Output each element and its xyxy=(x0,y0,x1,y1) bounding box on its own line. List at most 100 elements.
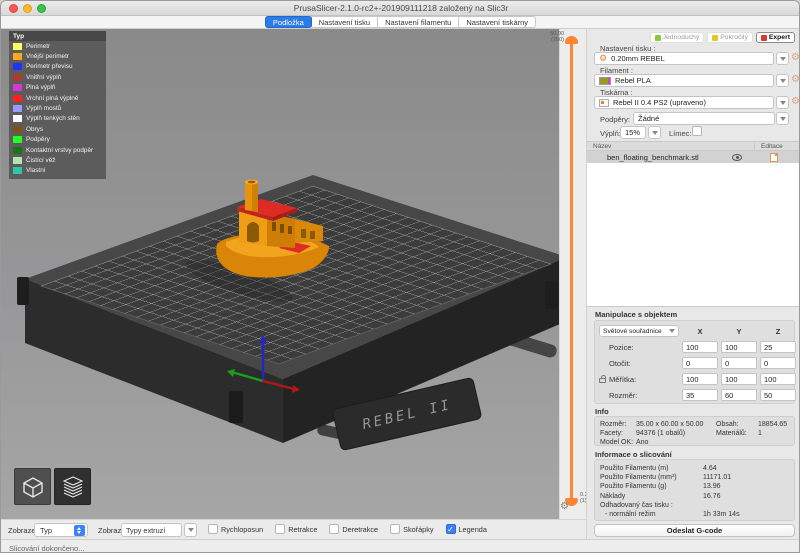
3d-viewport[interactable]: REBEL II Typ Perimetr Vnější perimetr xyxy=(1,29,559,519)
axis-y-header: Y xyxy=(721,327,757,336)
workspace-tab[interactable]: Nastavení filamentu xyxy=(377,16,459,28)
legend-item: Perimetr převisu xyxy=(9,62,106,72)
infill-dropdown-arrow[interactable] xyxy=(648,126,661,139)
brim-checkbox[interactable] xyxy=(692,126,702,136)
workspace-tab[interactable]: Nastavení tiskárny xyxy=(458,16,536,28)
filament-dropdown-arrow[interactable] xyxy=(776,74,789,87)
checkbox-box[interactable] xyxy=(329,524,339,534)
workspace-tabbar: Podložka Nastavení tisku Nastavení filam… xyxy=(1,16,800,29)
info-size-label: Rozměr: xyxy=(600,421,636,429)
manipulation-y-input[interactable] xyxy=(721,373,757,385)
manipulation-x-input[interactable] xyxy=(682,341,718,353)
legend-item: Obrys xyxy=(9,124,106,134)
infill-combo[interactable]: 15% xyxy=(620,126,646,139)
checkbox-box[interactable] xyxy=(446,524,456,534)
axis-z-header: Z xyxy=(760,327,796,336)
supports-dropdown-arrow[interactable] xyxy=(776,112,789,125)
printer-combo[interactable]: Rebel II 0.4 PS2 (upraveno) xyxy=(594,96,774,109)
sliced-info-value: 1h 33m 14s xyxy=(703,510,789,519)
layer-slider[interactable] xyxy=(570,43,573,499)
mode-color-icon xyxy=(655,35,661,41)
mode-button[interactable]: Pokročilý xyxy=(707,32,753,43)
legend-item-label: Obrys xyxy=(26,126,43,133)
checkbox-box[interactable] xyxy=(275,524,285,534)
cube-icon xyxy=(19,473,47,501)
checkbox-label: Retrakce xyxy=(288,525,317,534)
manipulation-z-input[interactable] xyxy=(760,357,796,369)
feature-checkbox[interactable]: Legenda xyxy=(446,524,487,534)
sliced-info-label: Náklady xyxy=(600,492,703,501)
legend-item: Vnější perimetr xyxy=(9,51,106,61)
manipulation-z-input[interactable] xyxy=(760,389,796,401)
checkbox-label: Deretrakce xyxy=(342,525,378,534)
legend-item: Vnitřní výplň xyxy=(9,72,106,82)
view-type-value: Typ xyxy=(40,526,52,535)
mode-button[interactable]: Expert xyxy=(756,32,795,43)
sliced-info-label: Odhadovaný čas tisku : xyxy=(600,501,703,510)
feature-checkbox[interactable]: Retrakce xyxy=(275,524,317,534)
mode-button-label: Expert xyxy=(769,34,790,41)
legend-item: Perimetr xyxy=(9,41,106,51)
manipulation-x-input[interactable] xyxy=(682,389,718,401)
layer-slider-max-handle[interactable] xyxy=(565,36,578,44)
filament-combo[interactable]: Rebel PLA xyxy=(594,74,774,87)
info-model-ok-label: Model OK: xyxy=(600,439,636,447)
manipulation-z-input[interactable] xyxy=(760,341,796,353)
infill-value: 15% xyxy=(625,128,640,137)
supports-label: Podpěry: xyxy=(600,115,630,124)
select-stepper-icon xyxy=(74,525,85,536)
manipulation-x-input[interactable] xyxy=(682,373,718,385)
supports-combo[interactable]: Žádné xyxy=(633,112,775,125)
legend-item-label: Perimetr převisu xyxy=(26,63,73,70)
lock-icon[interactable] xyxy=(599,378,606,383)
sliced-info-row: Použito Filamentu (m) 4.64 xyxy=(600,464,789,473)
printer-value: Rebel II 0.4 PS2 (upraveno) xyxy=(613,98,706,107)
legend-item-label: Výplň mostů xyxy=(26,105,61,112)
legend-color-swatch xyxy=(13,126,22,133)
chevron-down-icon xyxy=(780,101,786,105)
printer-gear-icon[interactable]: ⚙ xyxy=(790,96,800,108)
sliced-info-label: Použito Filamentu (g) xyxy=(600,482,703,491)
manipulation-z-input[interactable] xyxy=(760,373,796,385)
sliced-info-title: Informace o slicování xyxy=(595,450,672,459)
show-features-dropdown-arrow[interactable] xyxy=(184,523,197,537)
filament-gear-icon[interactable]: ⚙ xyxy=(790,74,800,86)
show-features-combo[interactable]: Typy extruzí xyxy=(121,523,182,537)
feature-checkbox[interactable]: Skořápky xyxy=(390,524,433,534)
view-mode-toolbar xyxy=(14,468,91,505)
layer-slider-max-label: 50.00 (250) xyxy=(540,31,564,43)
chevron-down-icon xyxy=(188,528,194,532)
manipulation-y-input[interactable] xyxy=(721,357,757,369)
print-settings-gear-icon[interactable]: ⚙ xyxy=(790,52,800,64)
workspace-tab[interactable]: Nastavení tisku xyxy=(311,16,378,28)
feature-checkbox[interactable]: Deretrakce xyxy=(329,524,378,534)
checkbox-box[interactable] xyxy=(390,524,400,534)
printer-dropdown-arrow[interactable] xyxy=(776,96,789,109)
legend-item-label: Kontaktní vrstvy podpěr xyxy=(26,147,93,154)
mode-button[interactable]: Jednoduchý xyxy=(650,32,705,43)
3d-editor-view-button[interactable] xyxy=(14,468,51,505)
send-gcode-button[interactable]: Odeslat G-code xyxy=(594,524,795,537)
coordinate-system-combo[interactable]: Světové souřadnice xyxy=(599,325,679,337)
eye-visibility-icon[interactable] xyxy=(732,154,742,161)
manipulation-y-input[interactable] xyxy=(721,341,757,353)
edit-column-header: Editace xyxy=(754,143,800,150)
sliced-info-label: Použito Filamentu (mm³) xyxy=(600,473,703,482)
manipulation-x-input[interactable] xyxy=(682,357,718,369)
checkbox-box[interactable] xyxy=(208,524,218,534)
object-row-selected[interactable]: ben_floating_benchmark.stl xyxy=(587,151,800,163)
feature-checkbox[interactable]: Rychloposun xyxy=(208,524,263,534)
workspace-tab[interactable]: Podložka xyxy=(265,16,312,28)
manipulation-y-input[interactable] xyxy=(721,389,757,401)
preview-toolbar: Zobrazení Typ Zobrazit Typy extruzí Rych… xyxy=(1,519,586,539)
legend-item: Čistící věž xyxy=(9,155,106,165)
info-model-ok-value: Ano xyxy=(636,439,716,447)
chevron-down-icon xyxy=(780,117,786,121)
preview-layers-view-button[interactable] xyxy=(54,468,91,505)
slider-settings-gear-icon[interactable]: ⚙ xyxy=(560,502,569,512)
print-settings-dropdown-arrow[interactable] xyxy=(776,52,789,65)
edit-object-icon[interactable] xyxy=(770,153,778,162)
legend-item-label: Plná výplň xyxy=(26,84,56,91)
view-type-select[interactable]: Typ xyxy=(34,523,88,537)
print-settings-combo[interactable]: ⚙ 0.20mm REBEL xyxy=(594,52,774,65)
